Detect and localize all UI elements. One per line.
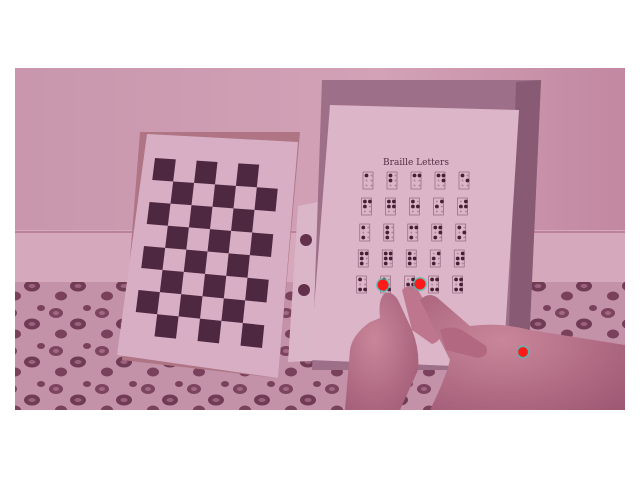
tint-overlay [15,68,625,410]
photo-scene: Braille Letters [15,68,625,410]
